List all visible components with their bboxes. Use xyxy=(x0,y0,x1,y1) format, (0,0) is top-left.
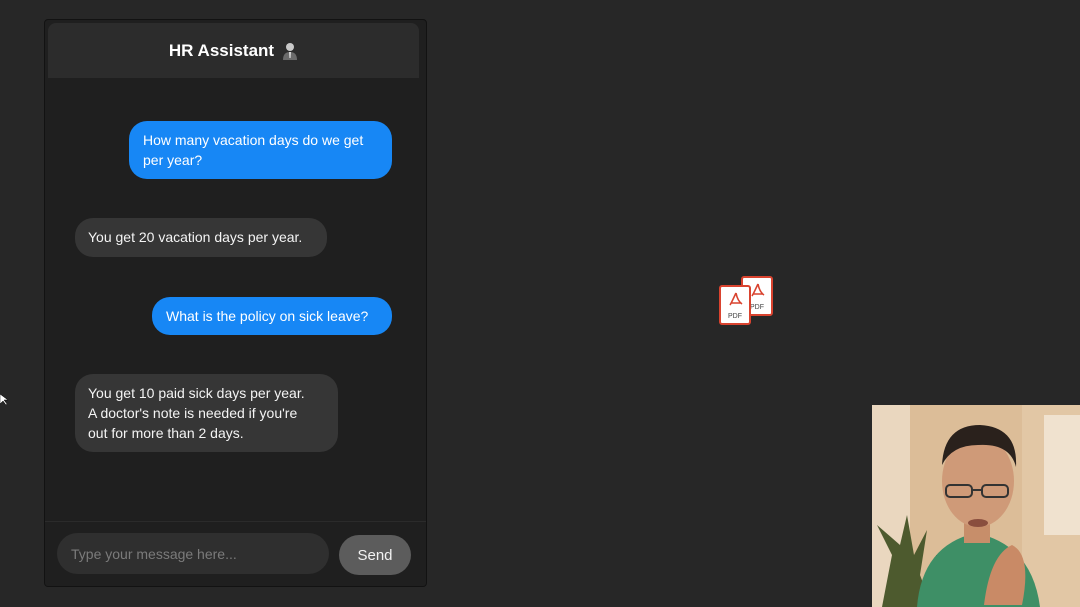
person-icon xyxy=(282,42,298,60)
pdf-document-icon: PDF xyxy=(719,285,751,325)
mouse-cursor-icon xyxy=(0,391,9,406)
message-composer: Send xyxy=(45,521,426,586)
pdf-label: PDF xyxy=(728,313,742,320)
message-list: How many vacation days do we get per yea… xyxy=(45,78,426,522)
chat-window: HR Assistant How many vacation days do w… xyxy=(44,19,427,587)
user-message: How many vacation days do we get per yea… xyxy=(129,121,392,179)
user-message: What is the policy on sick leave? xyxy=(152,297,392,335)
assistant-message: You get 10 paid sick days per year. A do… xyxy=(75,374,338,452)
message-input[interactable] xyxy=(57,533,329,574)
pdf-files-icon: PDF PDF xyxy=(717,276,777,330)
send-button[interactable]: Send xyxy=(339,535,411,575)
chat-header: HR Assistant xyxy=(48,23,419,78)
assistant-message: You get 20 vacation days per year. xyxy=(75,218,327,257)
webcam-overlay xyxy=(872,405,1080,607)
chat-title: HR Assistant xyxy=(168,40,275,60)
